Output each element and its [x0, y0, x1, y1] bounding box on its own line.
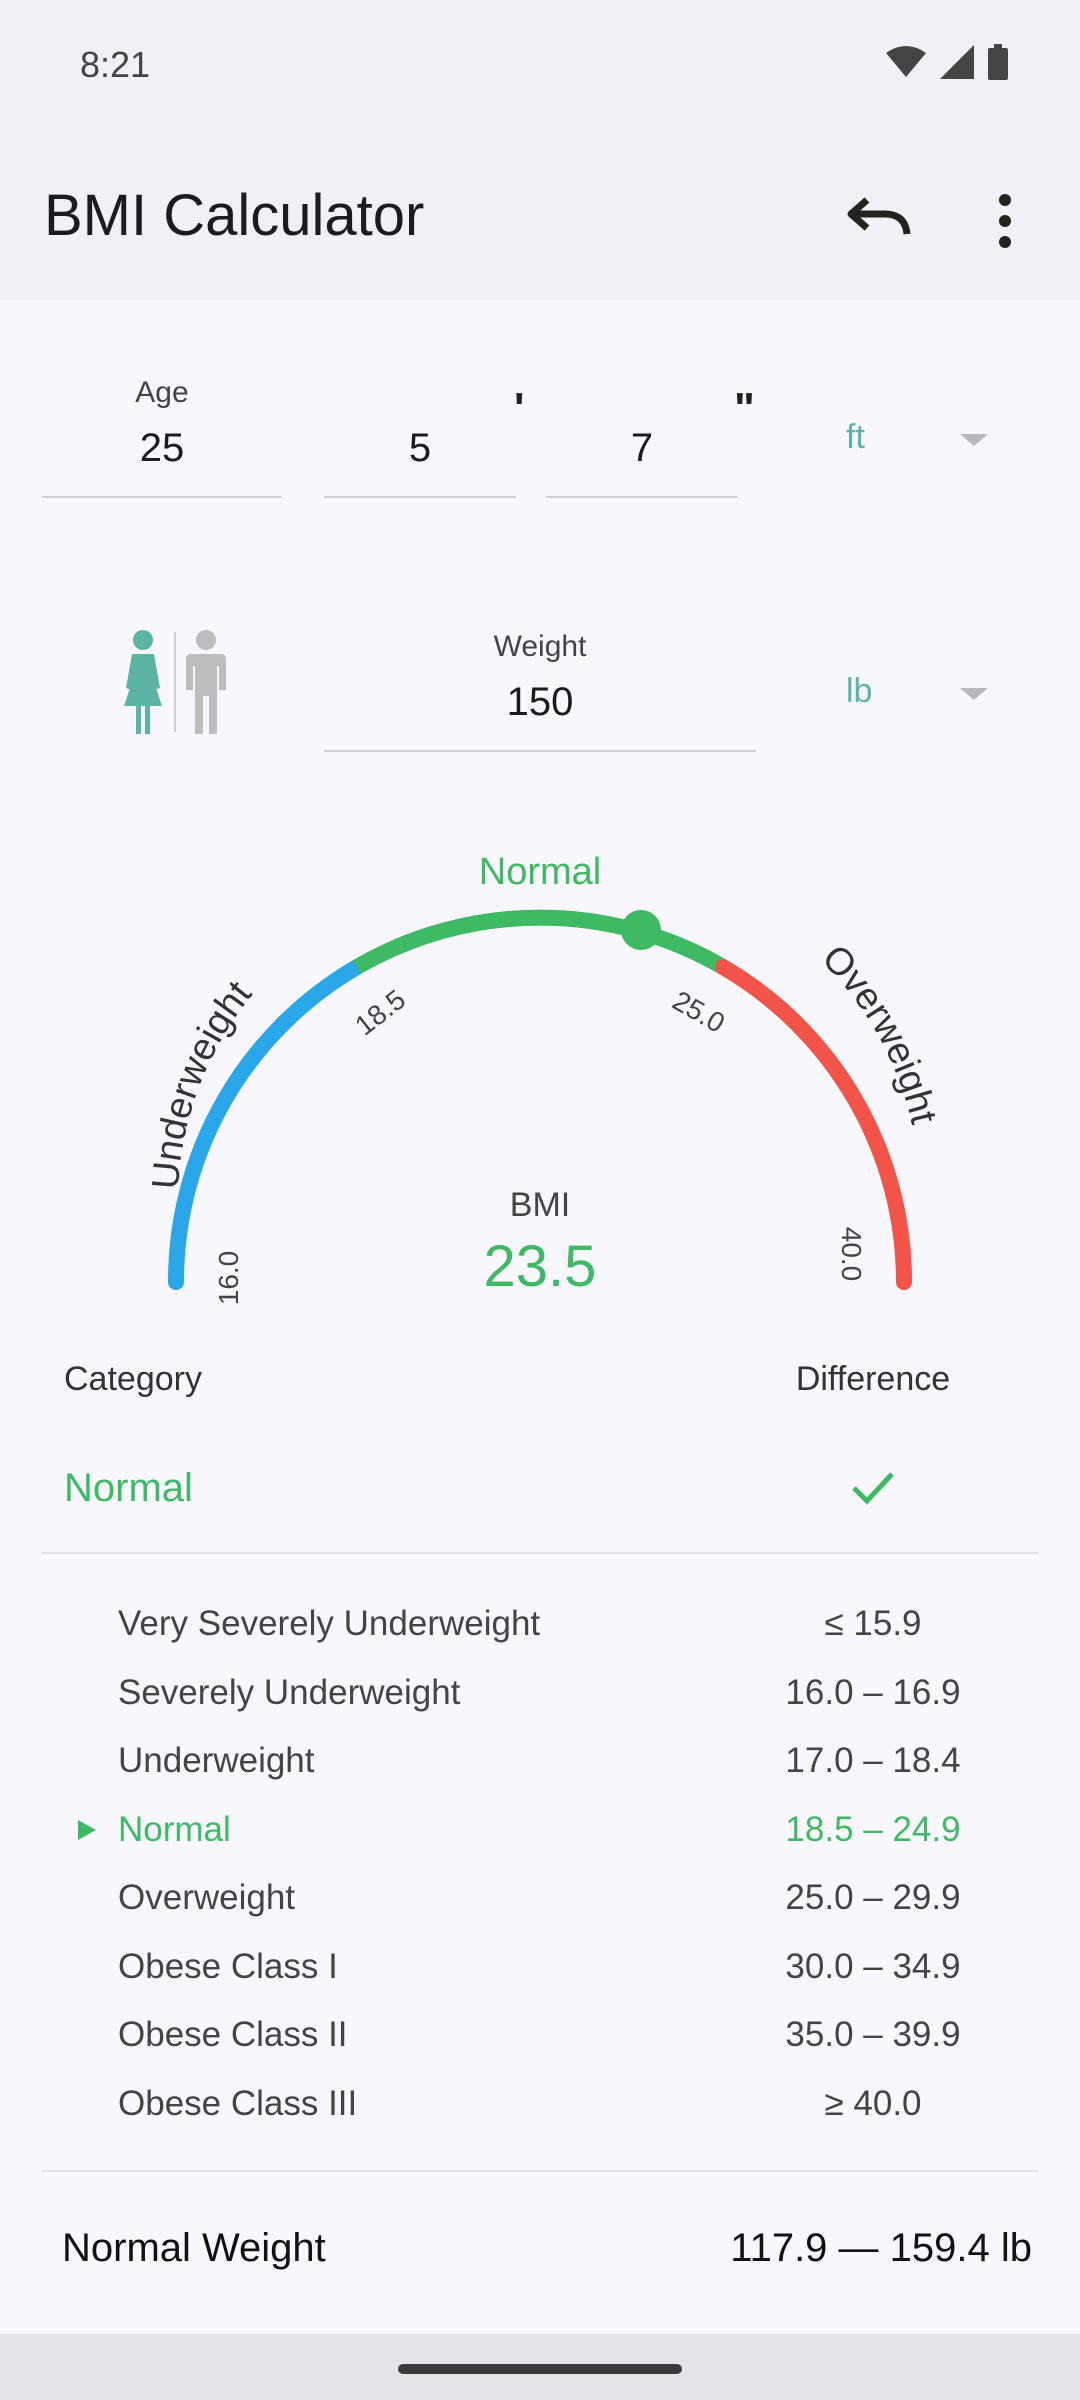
row-category-name: Obese Class III — [118, 2083, 358, 2123]
gauge-arc-normal — [352, 909, 728, 974]
status-bar: 8:21 — [0, 0, 1080, 130]
row-category-name: Normal — [118, 1809, 231, 1849]
row-bmi-range: 16.0 – 16.9 — [785, 1672, 961, 1712]
row-bmi-range: 30.0 – 34.9 — [785, 1946, 961, 1986]
inch-mark: " — [734, 384, 755, 433]
wifi-icon — [886, 46, 926, 77]
row-category-name: Underweight — [118, 1741, 315, 1780]
row-bmi-range: 17.0 – 18.4 — [785, 1741, 961, 1780]
gender-toggle[interactable] — [112, 630, 232, 740]
gauge-label-overweight: Overweight — [814, 937, 945, 1128]
normal-weight-value: 117.9 — 159.4 lb — [730, 2226, 1032, 2270]
gauge-indicator — [621, 910, 661, 950]
row-category-name: Severely Underweight — [118, 1672, 461, 1712]
height-inches-input[interactable]: 7 — [546, 426, 738, 471]
row-bmi-range: 18.5 – 24.9 — [785, 1809, 961, 1849]
weight-unit-value: lb — [846, 672, 873, 710]
table-row: Obese Class II 35.0 – 39.9 — [0, 2003, 1080, 2063]
age-input[interactable]: 25 — [42, 426, 282, 471]
row-category-name: Overweight — [118, 1878, 296, 1917]
gender-divider — [174, 632, 176, 732]
battery-icon — [988, 44, 1008, 80]
divider — [42, 2170, 1038, 2172]
table-row: Normal 18.5 – 24.9 — [0, 1798, 1080, 1858]
table-row: Severely Underweight 16.0 – 16.9 — [0, 1661, 1080, 1721]
home-handle[interactable] — [398, 2364, 682, 2374]
bmi-label: BMI — [510, 1186, 570, 1224]
table-row: Overweight 25.0 – 29.9 — [0, 1866, 1080, 1926]
height-feet-underline — [324, 496, 516, 498]
gauge-label-normal: Normal — [479, 851, 601, 893]
difference-header: Difference — [795, 1360, 951, 1398]
weight-label: Weight — [493, 630, 587, 663]
check-icon — [852, 1472, 894, 1505]
table-row: Obese Class III ≥ 40.0 — [0, 2072, 1080, 2132]
status-icons — [886, 44, 1008, 80]
table-row: Underweight 17.0 – 18.4 — [0, 1729, 1080, 1789]
row-category-name: Very Severely Underweight — [118, 1604, 541, 1643]
female-icon[interactable] — [120, 630, 166, 734]
age-label: Age — [135, 376, 189, 409]
height-inches-underline — [546, 496, 738, 498]
nav-bar — [0, 2334, 1080, 2400]
weight-underline — [324, 750, 756, 752]
row-bmi-range: 25.0 – 29.9 — [785, 1878, 961, 1917]
row-category-name: Obese Class I — [118, 1946, 338, 1986]
row-category-name: Obese Class II — [118, 2015, 348, 2054]
gauge-tick-25: 25.0 — [667, 985, 730, 1039]
age-underline — [42, 496, 282, 498]
weight-input[interactable]: 150 — [324, 680, 756, 725]
current-category: Normal — [64, 1466, 193, 1510]
table-row: Obese Class I 30.0 – 34.9 — [0, 1935, 1080, 1995]
dropdown-arrow-icon — [960, 688, 988, 700]
row-bmi-range: ≤ 15.9 — [824, 1604, 922, 1643]
app-bar: BMI Calculator — [0, 130, 1080, 300]
bmi-value: 23.5 — [484, 1234, 597, 1299]
row-bmi-range: 35.0 – 39.9 — [785, 2015, 961, 2054]
gauge-tick-40: 40.0 — [836, 1227, 867, 1282]
height-feet-input[interactable]: 5 — [324, 426, 516, 471]
divider — [42, 1552, 1038, 1554]
status-time: 8:21 — [80, 44, 151, 85]
bmi-gauge: Underweight Normal Overweight 16.0 18.5 … — [145, 851, 945, 1306]
height-unit-value: ft — [846, 418, 865, 456]
gauge-tick-16: 16.0 — [213, 1251, 244, 1306]
signal-icon — [940, 45, 974, 79]
dropdown-arrow-icon — [960, 434, 988, 446]
app-title: BMI Calculator — [44, 183, 425, 248]
gauge-tick-18-5: 18.5 — [349, 984, 411, 1042]
row-bmi-range: ≥ 40.0 — [824, 2083, 922, 2123]
table-row: Very Severely Underweight ≤ 15.9 — [0, 1592, 1080, 1652]
play-arrow-icon — [78, 1819, 96, 1840]
male-icon[interactable] — [184, 630, 228, 734]
more-vert-icon[interactable] — [980, 186, 1030, 256]
feet-mark: ' — [514, 384, 525, 433]
normal-weight-label: Normal Weight — [62, 2226, 326, 2270]
undo-icon[interactable] — [845, 190, 915, 250]
category-header: Category — [64, 1360, 202, 1398]
